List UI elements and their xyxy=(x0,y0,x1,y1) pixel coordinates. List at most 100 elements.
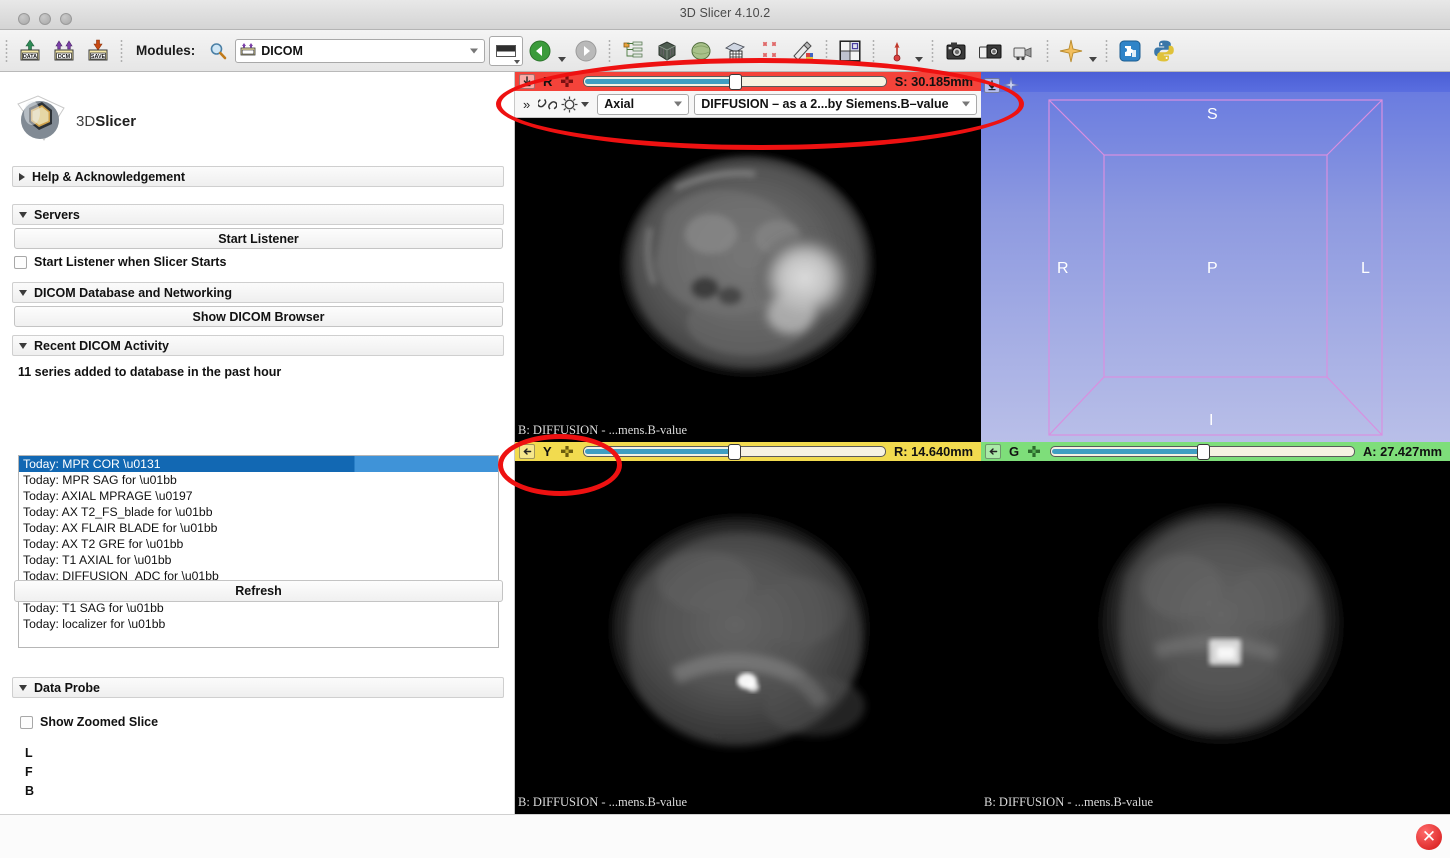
section-help-acknowledgement[interactable]: Help & Acknowledgement xyxy=(12,166,504,187)
slice-orientation-selector[interactable]: Axial xyxy=(597,94,689,115)
section-recent-dicom-activity[interactable]: Recent DICOM Activity xyxy=(12,335,504,356)
list-item[interactable]: Today: MPR COR \u0131 xyxy=(19,456,498,472)
error-close-icon[interactable]: ✕ xyxy=(1416,824,1442,850)
three-d-view[interactable]: S R P L I xyxy=(981,72,1450,442)
load-dicom-icon[interactable]: DCM xyxy=(49,36,79,66)
load-data-glyph: DATA xyxy=(23,54,37,60)
movie-capture-icon[interactable] xyxy=(1009,36,1039,66)
grid-slice-icon[interactable] xyxy=(720,36,750,66)
yellow-slice-visibility-icon[interactable] xyxy=(559,444,575,459)
list-item[interactable]: Today: T1 AXIAL for \u01bb xyxy=(19,552,498,568)
fiducial-options-caret[interactable] xyxy=(915,57,923,62)
volume-rendering-icon[interactable] xyxy=(652,36,682,66)
layout-selector-button[interactable] xyxy=(489,36,523,66)
chevron-down-icon[interactable] xyxy=(470,48,478,53)
extension-manager-icon[interactable] xyxy=(1115,36,1145,66)
save-data-icon[interactable]: SAVE xyxy=(83,36,113,66)
module-tree-icon[interactable] xyxy=(618,36,648,66)
red-slice-view[interactable]: R S: 30.185mm » xyxy=(515,72,981,442)
background-volume-value: DIFFUSION – as a 2...by Siemens.B–value xyxy=(701,97,948,111)
python-console-icon[interactable] xyxy=(1149,36,1179,66)
models-icon[interactable] xyxy=(686,36,716,66)
axial-slice-image xyxy=(515,118,981,442)
green-slice-slider[interactable] xyxy=(1050,446,1355,457)
toolbar-grip-extensions[interactable] xyxy=(1105,39,1108,63)
start-listener-button[interactable]: Start Listener xyxy=(14,228,503,249)
expand-slice-controls-icon[interactable]: » xyxy=(523,97,530,112)
crosshair-icon[interactable] xyxy=(1056,36,1086,66)
toolbar-grip-modules2[interactable] xyxy=(608,39,611,63)
section-servers[interactable]: Servers xyxy=(12,204,504,225)
main-toolbar: DATA DCM SAVE Modules: xyxy=(0,30,1450,72)
green-slice-view[interactable]: G A: 27.427mm xyxy=(981,442,1450,814)
toolbar-grip-modules[interactable] xyxy=(120,39,123,63)
green-slice-visibility-icon[interactable] xyxy=(1026,444,1042,459)
red-slice-slider[interactable] xyxy=(583,76,886,87)
list-item[interactable]: Today: AX FLAIR BLADE for \u01bb xyxy=(19,520,498,536)
show-dicom-browser-button[interactable]: Show DICOM Browser xyxy=(14,306,503,327)
chevron-down-icon[interactable] xyxy=(674,102,682,107)
section-recent-label: Recent DICOM Activity xyxy=(34,339,169,353)
slice-visibility-caret[interactable] xyxy=(581,102,589,107)
scene-views-icon[interactable] xyxy=(975,36,1005,66)
chevron-down-icon[interactable] xyxy=(514,60,520,64)
refresh-button[interactable]: Refresh xyxy=(14,580,503,602)
three-d-view-toolbar xyxy=(984,74,1022,96)
pin-icon[interactable] xyxy=(984,78,1000,93)
section-dicom-database-networking[interactable]: DICOM Database and Networking xyxy=(12,282,504,303)
module-back-icon[interactable] xyxy=(525,36,555,66)
markups-icon[interactable] xyxy=(754,36,784,66)
orientation-label-left: L xyxy=(1361,260,1370,278)
slider-handle[interactable] xyxy=(728,444,741,460)
window-title: 3D Slicer 4.10.2 xyxy=(0,6,1450,20)
toolbar-grip[interactable] xyxy=(5,39,8,63)
list-item[interactable]: Today: localizer for \u01bb xyxy=(19,616,498,632)
section-data-probe[interactable]: Data Probe xyxy=(12,677,504,698)
probe-line-f: F xyxy=(25,765,33,779)
slice-link-icon[interactable] xyxy=(536,93,558,115)
slice-visibility-eye-icon[interactable] xyxy=(558,93,580,115)
slider-handle[interactable] xyxy=(1197,444,1210,460)
recent-series-list[interactable]: Today: MPR COR \u0131Today: MPR SAG for … xyxy=(18,455,499,648)
red-slice-letter: R xyxy=(543,74,552,89)
toolbar-grip-layout[interactable] xyxy=(825,39,828,63)
list-item[interactable]: Today: T1 SAG for \u01bb xyxy=(19,600,498,616)
fiducial-icon[interactable] xyxy=(882,36,912,66)
view-settings-icon[interactable] xyxy=(1000,74,1022,96)
pin-icon[interactable] xyxy=(519,74,535,89)
slider-fill xyxy=(1052,449,1201,454)
list-item[interactable]: Today: AX T2_FS_blade for \u01bb xyxy=(19,504,498,520)
list-item[interactable]: Today: AXIAL MPRAGE \u0197 xyxy=(19,488,498,504)
chevron-down-icon[interactable] xyxy=(962,102,970,107)
start-listener-on-startup-checkbox[interactable]: Start Listener when Slicer Starts xyxy=(14,255,226,269)
slicer-window: 3D Slicer 4.10.2 DATA DCM xyxy=(0,0,1450,858)
slicer-logo-icon xyxy=(12,92,70,150)
load-data-icon[interactable]: DATA xyxy=(15,36,45,66)
toolbar-grip-capture[interactable] xyxy=(931,39,934,63)
yellow-slice-view[interactable]: Y R: 14.640mm xyxy=(515,442,981,814)
logo-3d: 3D xyxy=(76,113,95,130)
module-selected-label: DICOM xyxy=(261,44,303,58)
list-item[interactable]: Today: MPR SAG for \u01bb xyxy=(19,472,498,488)
module-forward-icon[interactable] xyxy=(571,36,601,66)
red-slice-offset-value: S: 30.185mm xyxy=(895,74,973,89)
yellow-slice-letter: Y xyxy=(543,444,552,459)
probe-line-b: B xyxy=(25,784,34,798)
pin-icon[interactable] xyxy=(985,444,1001,459)
red-slice-visibility-icon[interactable] xyxy=(559,74,575,89)
screenshot-icon[interactable] xyxy=(941,36,971,66)
list-item[interactable]: Today: AX T2 GRE for \u01bb xyxy=(19,536,498,552)
background-volume-selector[interactable]: DIFFUSION – as a 2...by Siemens.B–value xyxy=(694,94,977,115)
toolbar-grip-crosshair[interactable] xyxy=(1046,39,1049,63)
crosshair-options-caret[interactable] xyxy=(1089,57,1097,62)
search-icon[interactable] xyxy=(203,36,233,66)
toolbar-grip-mouse[interactable] xyxy=(872,39,875,63)
module-selector[interactable]: DICOM xyxy=(235,39,485,63)
show-zoomed-slice-checkbox[interactable]: Show Zoomed Slice xyxy=(20,715,158,729)
slider-handle[interactable] xyxy=(729,74,742,90)
four-up-layout-icon[interactable] xyxy=(835,36,865,66)
pin-icon[interactable] xyxy=(519,444,535,459)
segment-editor-icon[interactable] xyxy=(788,36,818,66)
module-back-history-caret[interactable] xyxy=(558,57,566,62)
yellow-slice-slider[interactable] xyxy=(583,446,886,457)
